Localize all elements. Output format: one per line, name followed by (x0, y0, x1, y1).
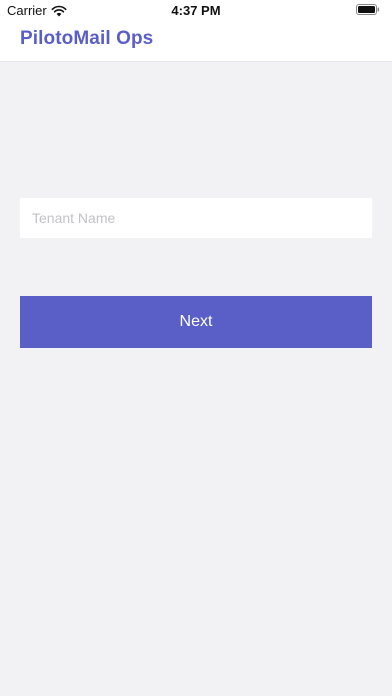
app-title: PilotoMail Ops (20, 28, 154, 49)
tenant-name-input[interactable] (20, 198, 372, 238)
next-button[interactable]: Next (20, 296, 372, 348)
status-time: 4:37 PM (171, 3, 221, 18)
battery-icon (356, 4, 380, 15)
top-bar: Carrier 4:37 PM PilotoMail Ops (0, 0, 392, 62)
status-bar: Carrier 4:37 PM (0, 0, 392, 20)
